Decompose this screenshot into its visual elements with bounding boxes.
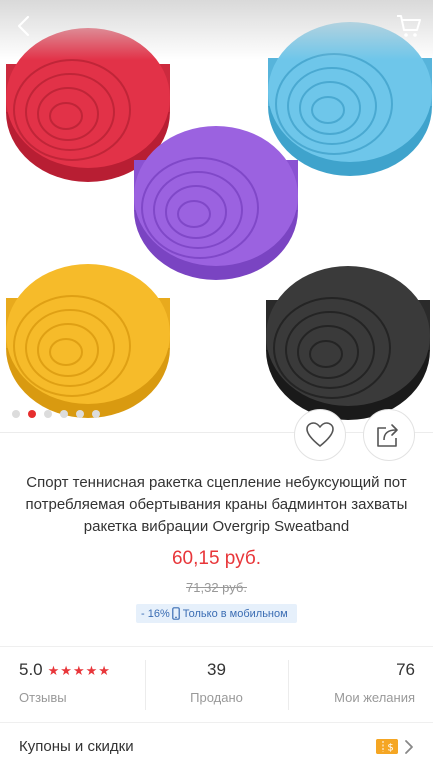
carousel-dot[interactable] <box>44 410 52 418</box>
phone-icon <box>171 607 180 620</box>
star-icon: ★ <box>47 662 60 678</box>
product-old-price: 71,32 руб. <box>186 580 247 595</box>
discount-percent: - 16% <box>141 607 170 620</box>
product-price: 60,15 руб. <box>171 548 262 569</box>
product-title: Спорт теннисная ракетка сцепление небукс… <box>25 474 408 535</box>
svg-text:$: $ <box>387 743 393 754</box>
sold-stat: 39 Продано <box>146 660 287 718</box>
rating-stars: ★ ★ ★ ★ ★ <box>48 664 110 677</box>
divider <box>0 646 433 647</box>
carousel-dot[interactable] <box>12 410 20 418</box>
wishlist-label: Мои желания <box>334 690 415 705</box>
star-icon: ★ <box>72 662 85 678</box>
black-grip-roll <box>266 266 430 420</box>
share-icon <box>377 424 398 447</box>
star-icon: ★ <box>60 662 72 678</box>
wishlist-count: 76 <box>396 660 415 679</box>
carousel-dot[interactable] <box>60 410 68 418</box>
rating-value: 5.0 <box>19 660 43 679</box>
mobile-discount-badge: - 16% Только в мобильном <box>136 604 297 623</box>
mobile-only-label: Только в мобильном <box>182 607 288 620</box>
header-gradient <box>0 0 433 60</box>
star-icon: ★ <box>98 662 110 678</box>
yellow-grip-roll <box>6 264 170 418</box>
product-image <box>6 22 432 420</box>
reviews-stat[interactable]: 5.0 ★ ★ ★ ★ ★ Отзывы <box>19 660 144 718</box>
carousel-dot[interactable] <box>76 410 84 418</box>
heart-icon <box>306 422 334 447</box>
reviews-label: Отзывы <box>19 690 67 705</box>
back-button[interactable] <box>6 8 42 44</box>
purple-grip-roll <box>134 126 298 280</box>
cart-icon <box>397 15 421 37</box>
coupons-label: Купоны и скидки <box>19 738 134 755</box>
carousel-dot[interactable] <box>92 410 100 418</box>
wishlist-stat[interactable]: 76 Мои желания <box>289 660 415 718</box>
sold-count: 39 <box>207 660 226 679</box>
carousel-indicator <box>12 410 100 418</box>
sold-label: Продано <box>190 690 243 705</box>
add-to-wishlist-button[interactable] <box>294 409 346 461</box>
star-icon: ★ <box>85 662 98 678</box>
chevron-left-icon <box>17 15 30 37</box>
carousel-dot-active[interactable] <box>28 410 36 418</box>
coupon-icon: $ <box>376 739 398 754</box>
share-button[interactable] <box>363 409 415 461</box>
chevron-right-icon <box>405 739 413 754</box>
cart-button[interactable] <box>391 8 427 44</box>
product-image-carousel[interactable] <box>0 0 433 432</box>
coupons-row[interactable]: Купоны и скидки $ <box>0 722 433 770</box>
